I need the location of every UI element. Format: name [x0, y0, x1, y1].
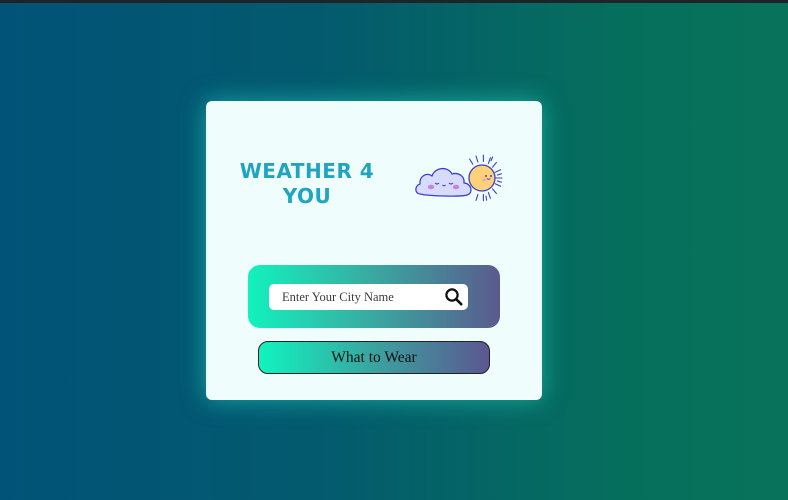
- search-button[interactable]: [444, 287, 464, 307]
- window-top-strip: [0, 0, 788, 3]
- cloud-body: [415, 167, 472, 197]
- weather-card: WEATHER 4 YOU Enter Your City Name What …: [206, 101, 542, 400]
- cloud-and-sun-icon: [415, 154, 503, 202]
- app-title-line-1: WEATHER 4: [239, 159, 375, 183]
- search-panel: [248, 265, 500, 328]
- app-title-line-2: YOU: [282, 184, 332, 208]
- app-title: WEATHER 4 YOU: [236, 159, 378, 209]
- sun-body: [468, 164, 496, 192]
- city-search-input[interactable]: [269, 284, 437, 310]
- what-to-wear-button[interactable]: What to Wear: [258, 341, 490, 374]
- search-icon: [445, 288, 463, 306]
- search-box: [269, 284, 468, 310]
